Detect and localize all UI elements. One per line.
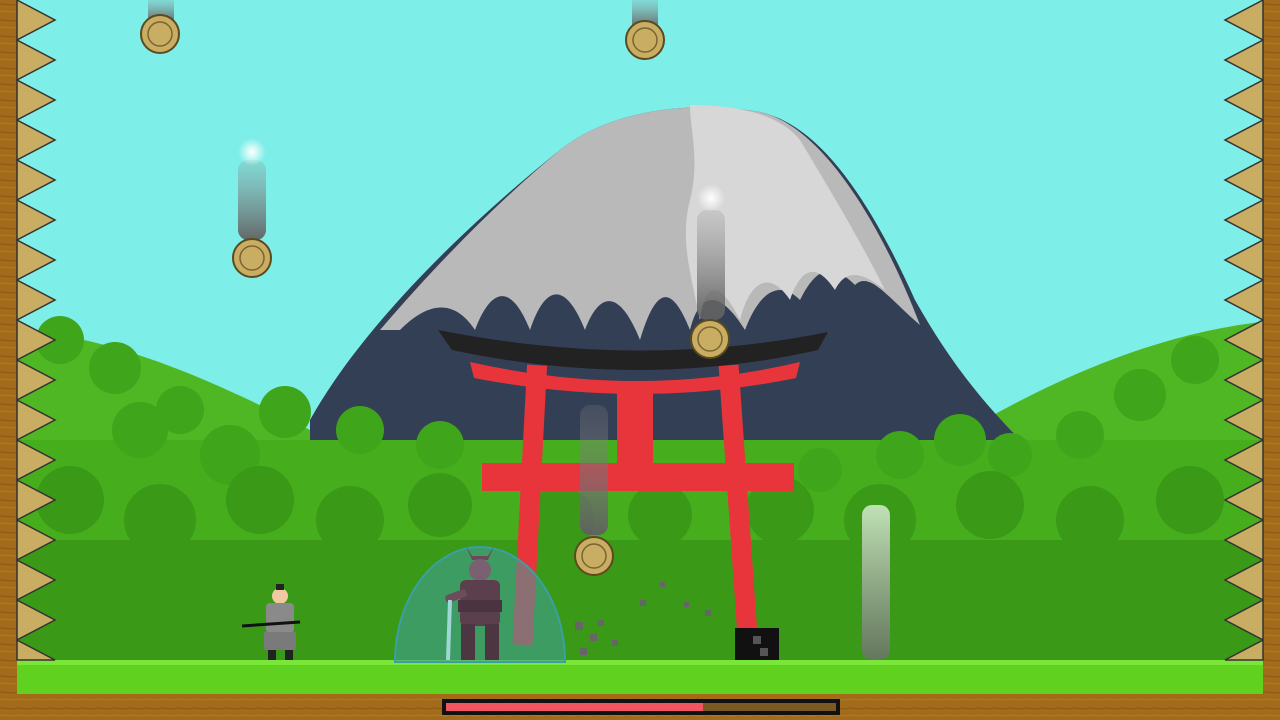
coin-icon	[625, 20, 665, 60]
boss-health-fill	[446, 703, 704, 711]
coin-icon	[232, 238, 272, 278]
coin-icon	[574, 536, 614, 576]
boss-health-bar	[442, 699, 840, 715]
game-scene	[0, 0, 1280, 720]
coin-icon	[140, 14, 180, 54]
coin-icon	[690, 319, 730, 359]
boss-health-track	[446, 703, 836, 711]
grass-ground	[0, 660, 1280, 694]
